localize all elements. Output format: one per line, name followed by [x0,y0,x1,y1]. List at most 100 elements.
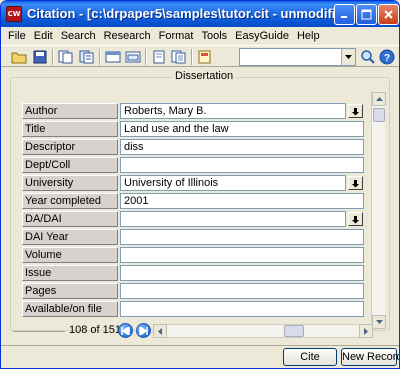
field-label: Pages [22,283,118,299]
list-pages-icon[interactable] [169,48,189,66]
university-lookup-button[interactable] [348,176,363,190]
minimize-button[interactable] [334,4,355,25]
field-row-author: Author Roberts, Mary B. [22,103,374,119]
arrow-down-icon [352,215,359,223]
scroll-left-button[interactable] [153,324,167,338]
search-magnifier-icon[interactable] [358,48,378,66]
university-input[interactable]: University of Illinois [120,175,346,191]
field-row-university: University University of Illinois [22,175,374,191]
menu-edit[interactable]: Edit [30,28,57,44]
previous-record-button[interactable] [118,323,133,338]
menu-bar: File Edit Search Research Format Tools E… [1,27,399,45]
section-title: Dissertation [172,70,237,82]
chevron-down-icon [345,55,352,59]
field-row-available-on-file: Available/on file [22,301,374,317]
menu-file[interactable]: File [4,28,30,44]
close-icon [384,10,393,19]
title-input[interactable]: Land use and the law [120,121,364,137]
toolbar: ? [1,45,399,67]
help-icon[interactable]: ? [377,48,397,66]
toolbar-separator [99,49,101,65]
field-label: Issue [22,265,118,281]
title-bar[interactable]: CW Citation - [c:\drpaper5\samples\tutor… [1,1,399,27]
menu-easyguide[interactable]: EasyGuide [231,28,293,44]
field-label: DA/DAI [22,211,118,227]
app-icon[interactable]: CW [6,6,22,22]
field-row-issue: Issue [22,265,374,281]
field-row-year-completed: Year completed 2001 [22,193,374,209]
combo-dropdown-button[interactable] [341,49,355,65]
status-bar: Cite New Record [1,345,399,368]
field-row-title: Title Land use and the law [22,121,374,137]
search-combo[interactable] [239,48,356,66]
field-label: University [22,175,118,191]
arrow-down-icon [352,179,359,187]
menu-format[interactable]: Format [155,28,198,44]
field-row-dai-year: DAI Year [22,229,374,245]
page-icon[interactable] [149,48,169,66]
chevron-left-icon [158,327,162,335]
close-button[interactable] [378,4,399,25]
copy-pages-icon[interactable] [56,48,76,66]
minimize-icon [341,16,347,18]
paste-pages-icon[interactable] [77,48,97,66]
toolbar-separator [191,49,193,65]
toolbar-separator [52,49,54,65]
new-record-button[interactable]: New Record [341,348,399,366]
field-label: Volume [22,247,118,263]
divider [13,331,65,332]
descriptor-input[interactable]: diss [120,139,364,155]
maximize-icon [361,9,372,20]
author-lookup-button[interactable] [348,104,363,118]
maximize-button[interactable] [356,4,377,25]
arrow-down-icon [352,107,359,115]
field-label: Year completed [22,193,118,209]
field-row-pages: Pages [22,283,374,299]
save-disk-icon[interactable] [30,48,50,66]
scroll-thumb[interactable] [373,108,385,122]
field-label: Dept/Coll [22,157,118,173]
scroll-up-button[interactable] [372,92,386,106]
menu-research[interactable]: Research [100,28,155,44]
cite-button[interactable]: Cite [283,348,337,366]
da-dai-lookup-button[interactable] [348,212,363,226]
menu-search[interactable]: Search [57,28,100,44]
field-label: Descriptor [22,139,118,155]
year-completed-input[interactable]: 2001 [120,193,364,209]
field-row-volume: Volume [22,247,374,263]
svg-text:?: ? [384,53,390,64]
card-view-icon[interactable] [103,48,123,66]
issue-input[interactable] [120,265,364,281]
field-row-descriptor: Descriptor diss [22,139,374,155]
field-row-dept-coll: Dept/Coll [22,157,374,173]
menu-help[interactable]: Help [293,28,324,44]
pages-input[interactable] [120,283,364,299]
scroll-thumb[interactable] [284,325,304,337]
field-label: Author [22,103,118,119]
field-label: DAI Year [22,229,118,245]
dept-coll-input[interactable] [120,157,364,173]
record-navigation: 108 of 151 [10,321,390,341]
field-label: Title [22,121,118,137]
citation-window: CW Citation - [c:\drpaper5\samples\tutor… [0,0,400,369]
author-input[interactable]: Roberts, Mary B. [120,103,346,119]
da-dai-input[interactable] [120,211,346,227]
toolbar-separator [145,49,147,65]
chevron-up-icon [375,97,383,101]
window-view-icon[interactable] [123,48,143,66]
note-icon[interactable] [195,48,215,66]
open-folder-icon[interactable] [9,48,29,66]
horizontal-scrollbar[interactable] [153,324,373,338]
vertical-scrollbar[interactable] [371,92,386,329]
dai-year-input[interactable] [120,229,364,245]
scroll-right-button[interactable] [359,324,373,338]
record-count: 108 of 151 [69,324,121,336]
field-label: Available/on file [22,301,118,317]
volume-input[interactable] [120,247,364,263]
next-record-button[interactable] [136,323,151,338]
menu-tools[interactable]: Tools [197,28,231,44]
available-on-file-input[interactable] [120,301,364,317]
field-row-da-dai: DA/DAI [22,211,374,227]
chevron-right-icon [364,327,368,335]
next-icon [139,326,148,335]
